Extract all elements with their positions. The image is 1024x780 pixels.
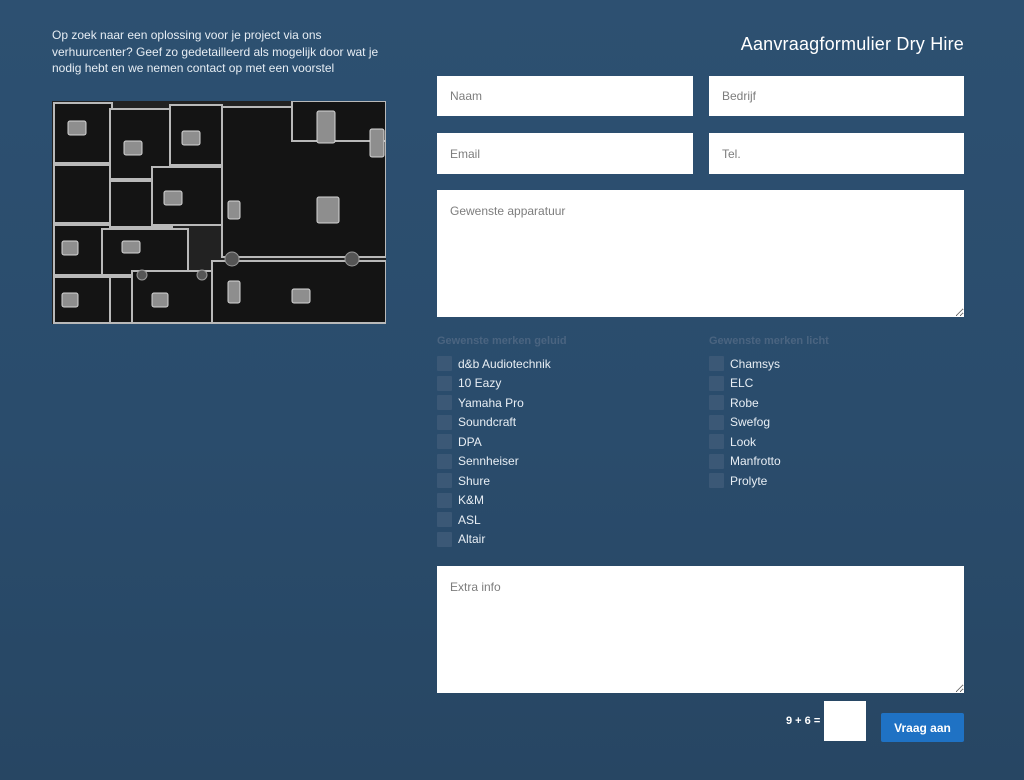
checkbox-label: K&M bbox=[458, 493, 485, 508]
checkbox-label: Swefog bbox=[730, 415, 771, 430]
light-brand-option[interactable]: Robe bbox=[709, 393, 781, 413]
sound-brand-option[interactable]: d&b Audiotechnik bbox=[437, 354, 551, 374]
light-brand-option[interactable]: Look bbox=[709, 432, 781, 452]
checkbox-label: ASL bbox=[458, 512, 481, 527]
submit-button[interactable]: Vraag aan bbox=[881, 713, 964, 742]
checkbox[interactable] bbox=[437, 434, 452, 450]
tel-input[interactable] bbox=[709, 133, 964, 174]
checkbox-label: Look bbox=[730, 434, 757, 449]
light-brands-list: Chamsys ELC Robe Swefog Look Manfrotto Prolyte bbox=[709, 354, 781, 491]
naam-input[interactable] bbox=[437, 76, 693, 116]
checkbox-label: DPA bbox=[458, 434, 482, 449]
checkbox[interactable] bbox=[437, 453, 452, 469]
extra-info-textarea[interactable] bbox=[437, 566, 964, 693]
light-brand-option[interactable]: Prolyte bbox=[709, 471, 781, 491]
light-brand-option[interactable]: ELC bbox=[709, 374, 781, 394]
light-brand-option[interactable]: Swefog bbox=[709, 413, 781, 433]
sound-brand-option[interactable]: Yamaha Pro bbox=[437, 393, 551, 413]
checkbox[interactable] bbox=[437, 473, 452, 489]
checkbox[interactable] bbox=[709, 414, 724, 430]
checkbox[interactable] bbox=[709, 356, 724, 372]
captcha-question: 9 + 6 = bbox=[786, 715, 821, 727]
sound-brands-title: Gewenste merken geluid bbox=[437, 335, 567, 347]
sound-brand-option[interactable]: 10 Eazy bbox=[437, 374, 551, 394]
checkbox[interactable] bbox=[709, 473, 724, 489]
light-brands-title: Gewenste merken licht bbox=[709, 335, 829, 347]
checkbox[interactable] bbox=[437, 414, 452, 430]
checkbox-label: d&b Audiotechnik bbox=[458, 356, 551, 371]
checkbox-label: Prolyte bbox=[730, 473, 768, 488]
sound-brand-option[interactable]: Soundcraft bbox=[437, 413, 551, 433]
checkbox[interactable] bbox=[437, 531, 452, 547]
apparatuur-textarea[interactable] bbox=[437, 190, 964, 317]
sound-brand-option[interactable]: K&M bbox=[437, 491, 551, 511]
checkbox[interactable] bbox=[437, 492, 452, 508]
form-title: Aanvraagformulier Dry Hire bbox=[740, 34, 964, 54]
sound-brands-list: d&b Audiotechnik 10 Eazy Yamaha Pro Soundcr… bbox=[437, 354, 551, 549]
checkbox[interactable] bbox=[437, 375, 452, 391]
checkbox[interactable] bbox=[437, 512, 452, 528]
checkbox[interactable] bbox=[437, 395, 452, 411]
captcha-input[interactable] bbox=[824, 701, 866, 741]
checkbox-label: 10 Eazy bbox=[458, 376, 502, 391]
bedrijf-input[interactable] bbox=[709, 76, 964, 116]
checkbox-label: Altair bbox=[458, 532, 486, 547]
checkbox-label: Manfrotto bbox=[730, 454, 781, 469]
light-brand-option[interactable]: Chamsys bbox=[709, 354, 781, 374]
light-brand-option[interactable]: Manfrotto bbox=[709, 452, 781, 472]
email-input[interactable] bbox=[437, 133, 693, 174]
checkbox-label: Yamaha Pro bbox=[458, 395, 524, 410]
sound-brand-option[interactable]: ASL bbox=[437, 510, 551, 530]
sound-brand-option[interactable]: Altair bbox=[437, 530, 551, 550]
sound-brand-option[interactable]: Shure bbox=[437, 471, 551, 491]
checkbox[interactable] bbox=[437, 356, 452, 372]
checkbox[interactable] bbox=[709, 395, 724, 411]
checkbox-label: Robe bbox=[730, 395, 759, 410]
checkbox[interactable] bbox=[709, 434, 724, 450]
sound-brand-option[interactable]: DPA bbox=[437, 432, 551, 452]
intro-text: Op zoek naar een oplossing voor je proje… bbox=[52, 28, 379, 75]
checkbox[interactable] bbox=[709, 453, 724, 469]
flightcases-photo bbox=[52, 101, 386, 324]
checkbox-label: Shure bbox=[458, 473, 491, 488]
checkbox[interactable] bbox=[709, 375, 724, 391]
sound-brand-option[interactable]: Sennheiser bbox=[437, 452, 551, 472]
checkbox-label: Sennheiser bbox=[458, 454, 519, 469]
checkbox-label: Soundcraft bbox=[458, 415, 517, 430]
checkbox-label: Chamsys bbox=[730, 356, 781, 371]
checkbox-label: ELC bbox=[730, 376, 754, 391]
